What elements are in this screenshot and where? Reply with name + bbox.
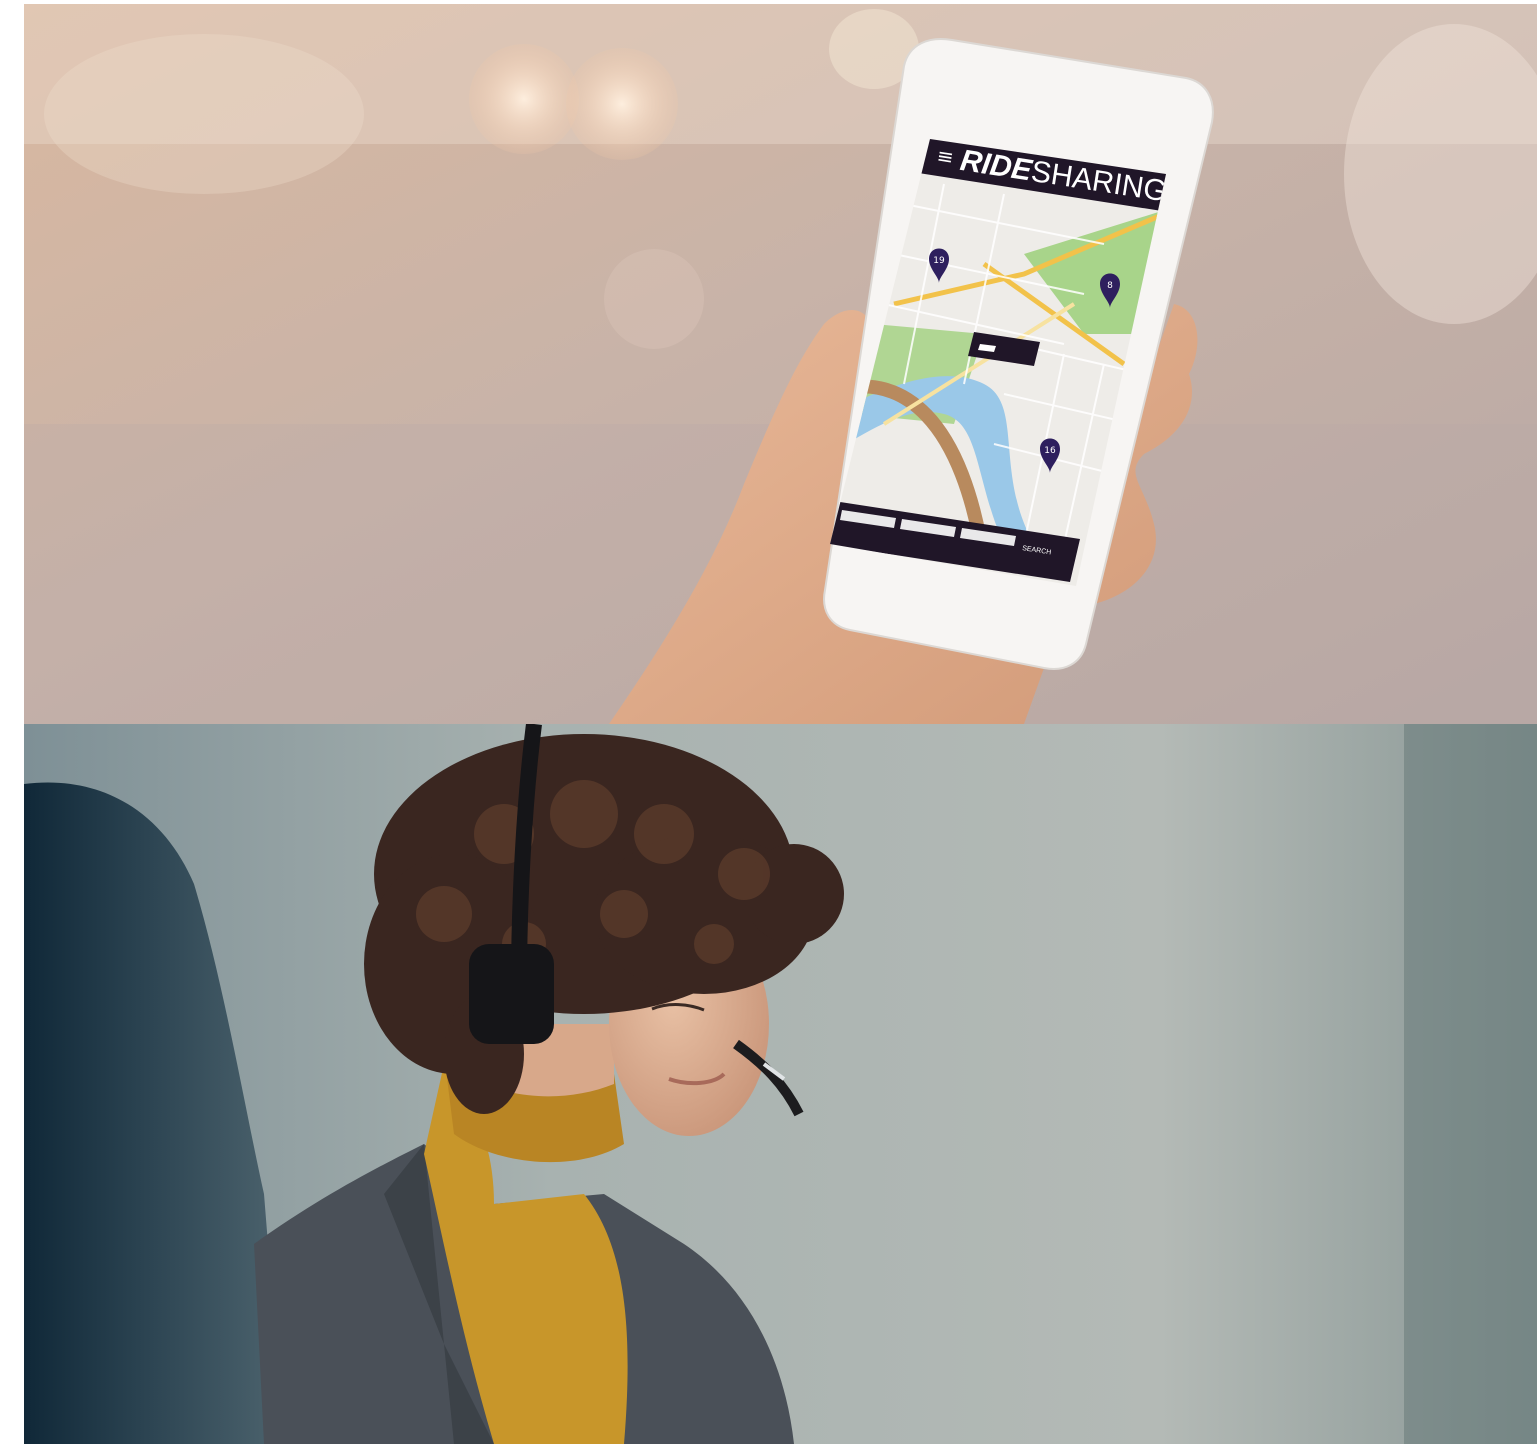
- ridesharing-phone-photo: ≡ RIDESHARING 19 8 16 SEARCH: [24, 4, 1537, 724]
- bokeh-light: [469, 44, 579, 154]
- headset-earpiece: [469, 944, 554, 1044]
- svg-text:8: 8: [1107, 281, 1113, 291]
- bokeh-light: [566, 48, 678, 160]
- svg-text:19: 19: [933, 256, 945, 266]
- svg-text:16: 16: [1044, 446, 1056, 456]
- support-agent-photo: [24, 724, 1537, 1444]
